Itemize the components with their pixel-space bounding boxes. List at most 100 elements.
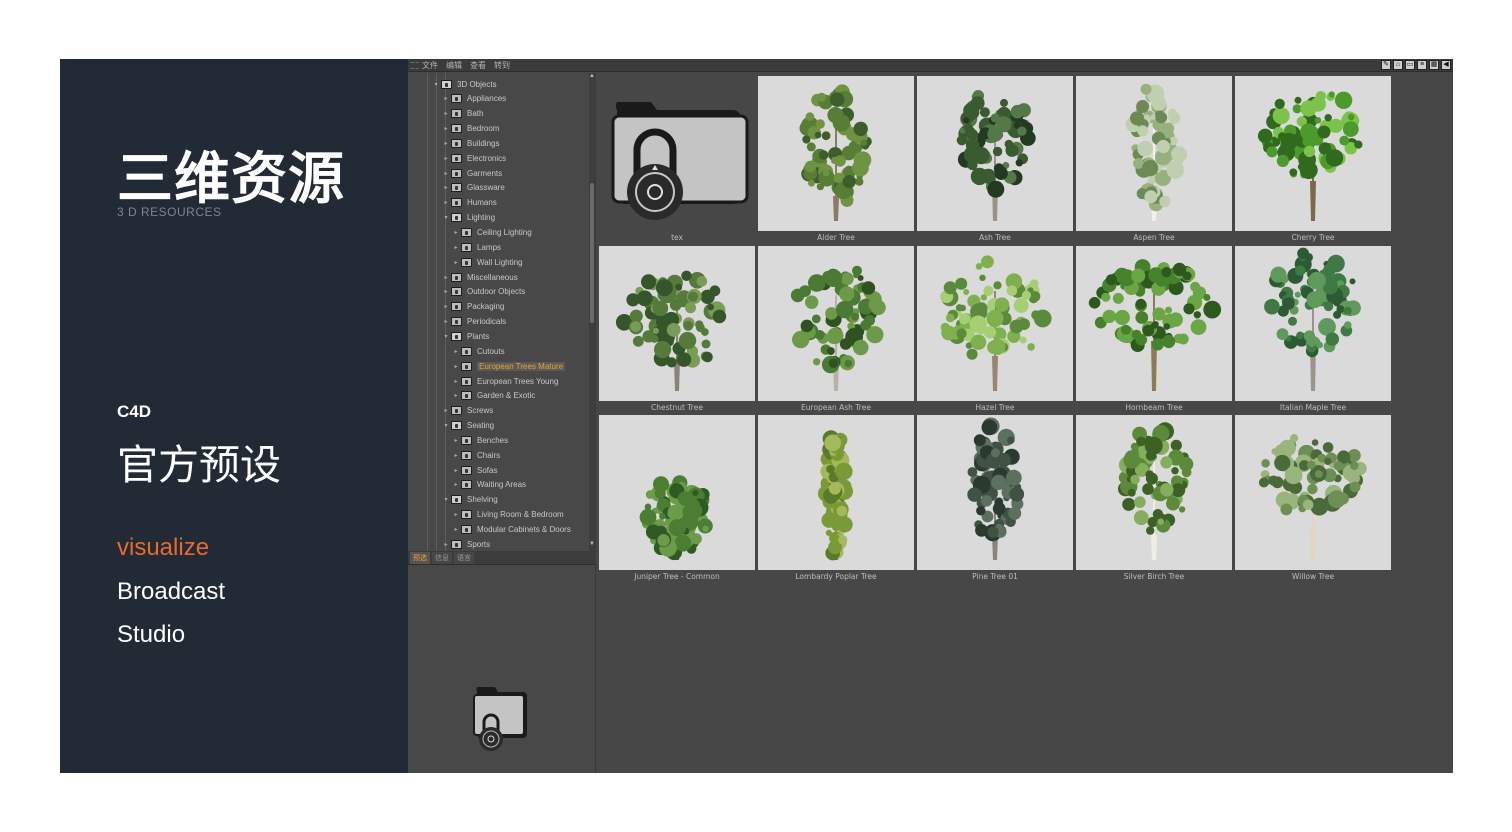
tree-item[interactable]: ▸ Bedroom xyxy=(442,122,499,136)
chevron-right-icon[interactable]: ▸ xyxy=(452,511,460,518)
tree-item[interactable]: ▸ Benches xyxy=(452,433,508,447)
tree-item[interactable]: ▸ Cutouts xyxy=(452,344,505,358)
chevron-right-icon[interactable]: ▸ xyxy=(442,125,450,132)
chevron-down-icon[interactable]: ▾ xyxy=(442,422,450,429)
tree-item[interactable]: ▾ Lighting xyxy=(442,211,495,225)
chevron-right-icon[interactable]: ▸ xyxy=(452,229,460,236)
tab-info[interactable]: 信息 xyxy=(432,551,452,564)
tree-item[interactable]: ▾ 3D Objects xyxy=(432,77,497,91)
folder-icon[interactable]: ▭ xyxy=(1405,60,1415,70)
tree-item[interactable]: ▸ Outdoor Objects xyxy=(442,285,525,299)
asset-tile[interactable]: Ash Tree xyxy=(917,76,1074,245)
tree-item[interactable]: ▸ Appliances xyxy=(442,92,506,106)
chevron-right-icon[interactable]: ▸ xyxy=(452,392,460,399)
chevron-right-icon[interactable]: ▸ xyxy=(442,110,450,117)
tree-item[interactable]: ▸ Packaging xyxy=(442,300,504,314)
chevron-right-icon[interactable]: ▸ xyxy=(442,95,450,102)
asset-tile[interactable]: Hazel Tree xyxy=(917,245,1074,415)
scroll-down-icon[interactable]: ▼ xyxy=(589,541,595,547)
asset-tile[interactable]: Juniper Tree - Common xyxy=(599,415,756,584)
tree-item[interactable]: ▸ Screws xyxy=(442,404,493,418)
tree-item[interactable]: ▸ Bath xyxy=(442,107,483,121)
nav-item-studio[interactable]: Studio xyxy=(117,621,185,649)
chevron-right-icon[interactable]: ▸ xyxy=(442,170,450,177)
scroll-up-icon[interactable]: ▲ xyxy=(589,73,595,79)
grid-view-icon[interactable]: ▦ xyxy=(1429,60,1439,70)
asset-tile[interactable]: Willow Tree xyxy=(1235,415,1392,584)
nav-item-visualize[interactable]: visualize xyxy=(117,534,209,562)
tree-item[interactable]: ▾ Plants xyxy=(442,329,489,343)
tree-item[interactable]: ▾ Seating xyxy=(442,419,494,433)
chevron-right-icon[interactable]: ▸ xyxy=(452,363,460,370)
tree-item[interactable]: ▸ European Trees Young xyxy=(452,374,558,388)
grip-icon[interactable] xyxy=(411,62,419,69)
tree-item[interactable]: ▸ Living Room & Bedroom xyxy=(452,508,564,522)
menu-view[interactable]: 查看 xyxy=(470,60,486,71)
asset-tile[interactable]: European Ash Tree xyxy=(758,245,915,415)
tree-item[interactable]: ▸ Chairs xyxy=(452,448,500,462)
tree-item[interactable]: ▸ Miscellaneous xyxy=(442,270,518,284)
edit-icon[interactable]: ✎ xyxy=(1381,60,1391,70)
tree-item[interactable]: ▸ Glassware xyxy=(442,181,505,195)
chevron-down-icon[interactable]: ▾ xyxy=(442,333,450,340)
tab-preselect[interactable]: 预选 xyxy=(410,551,430,564)
tree-item[interactable]: ▸ Garden & Exotic xyxy=(452,389,535,403)
menu-edit[interactable]: 编辑 xyxy=(446,60,462,71)
asset-tile[interactable]: Silver Birch Tree xyxy=(1076,415,1233,584)
list-view-icon[interactable]: ≡ xyxy=(1417,60,1427,70)
chevron-right-icon[interactable]: ▸ xyxy=(452,526,460,533)
home-icon[interactable]: ⌂ xyxy=(1393,60,1403,70)
chevron-right-icon[interactable]: ▸ xyxy=(442,155,450,162)
chevron-right-icon[interactable]: ▸ xyxy=(442,318,450,325)
tree-item[interactable]: ▸ European Trees Mature xyxy=(452,359,566,373)
tree-item[interactable]: ▸ Wall Lighting xyxy=(452,255,523,269)
tree-item[interactable]: ▸ Humans xyxy=(442,196,497,210)
chevron-right-icon[interactable]: ▸ xyxy=(442,303,450,310)
back-arrow-icon[interactable]: ◀ xyxy=(1441,60,1451,70)
nav-item-broadcast[interactable]: Broadcast xyxy=(117,578,225,606)
tree-item[interactable]: ▸ Waiting Areas xyxy=(452,478,526,492)
chevron-right-icon[interactable]: ▸ xyxy=(452,348,460,355)
asset-tile[interactable]: Cherry Tree xyxy=(1235,76,1392,245)
asset-tile[interactable]: Pine Tree 01 xyxy=(917,415,1074,584)
tree-item[interactable]: ▸ Buildings xyxy=(442,136,499,150)
scroll-thumb[interactable] xyxy=(590,183,594,323)
chevron-right-icon[interactable]: ▸ xyxy=(452,437,460,444)
menu-goto[interactable]: 转到 xyxy=(494,60,510,71)
chevron-right-icon[interactable]: ▸ xyxy=(452,378,460,385)
tree-item[interactable]: ▸ Garments xyxy=(442,166,502,180)
chevron-right-icon[interactable]: ▸ xyxy=(452,467,460,474)
chevron-right-icon[interactable]: ▸ xyxy=(442,407,450,414)
chevron-down-icon[interactable]: ▾ xyxy=(442,496,450,503)
asset-tile[interactable]: Chestnut Tree xyxy=(599,245,756,415)
asset-tile[interactable]: Aspen Tree xyxy=(1076,76,1233,245)
chevron-right-icon[interactable]: ▸ xyxy=(442,140,450,147)
chevron-right-icon[interactable]: ▸ xyxy=(442,288,450,295)
asset-tile[interactable]: Alder Tree xyxy=(758,76,915,245)
chevron-right-icon[interactable]: ▸ xyxy=(452,452,460,459)
asset-tile[interactable]: Lombardy Poplar Tree xyxy=(758,415,915,584)
tree-item[interactable]: ▸ Sports xyxy=(442,537,490,551)
tab-language[interactable]: 语言 xyxy=(454,551,474,564)
asset-tile[interactable]: Hornbeam Tree xyxy=(1076,245,1233,415)
menu-file[interactable]: 文件 xyxy=(422,60,438,71)
tree-item[interactable]: ▸ Ceiling Lighting xyxy=(452,226,532,240)
chevron-right-icon[interactable]: ▸ xyxy=(452,259,460,266)
tree-item[interactable]: ▸ Periodicals xyxy=(442,315,506,329)
chevron-right-icon[interactable]: ▸ xyxy=(442,199,450,206)
chevron-down-icon[interactable]: ▾ xyxy=(442,214,450,221)
tree-scrollbar[interactable]: ▲ ▼ xyxy=(589,73,595,551)
tree-item[interactable]: ▸ Sofas xyxy=(452,463,497,477)
chevron-right-icon[interactable]: ▸ xyxy=(442,184,450,191)
tree-item[interactable]: ▸ Lamps xyxy=(452,240,501,254)
tree-item[interactable]: ▸ Electronics xyxy=(442,151,506,165)
chevron-right-icon[interactable]: ▸ xyxy=(442,541,450,548)
asset-tile[interactable]: Italian Maple Tree xyxy=(1235,245,1392,415)
chevron-right-icon[interactable]: ▸ xyxy=(452,244,460,251)
tree-item[interactable]: ▾ Shelving xyxy=(442,493,498,507)
asset-tile[interactable]: tex xyxy=(599,76,756,245)
chevron-down-icon[interactable]: ▾ xyxy=(432,81,440,88)
chevron-right-icon[interactable]: ▸ xyxy=(442,274,450,281)
tree-item[interactable]: ▸ Modular Cabinets & Doors xyxy=(452,523,571,537)
chevron-right-icon[interactable]: ▸ xyxy=(452,481,460,488)
